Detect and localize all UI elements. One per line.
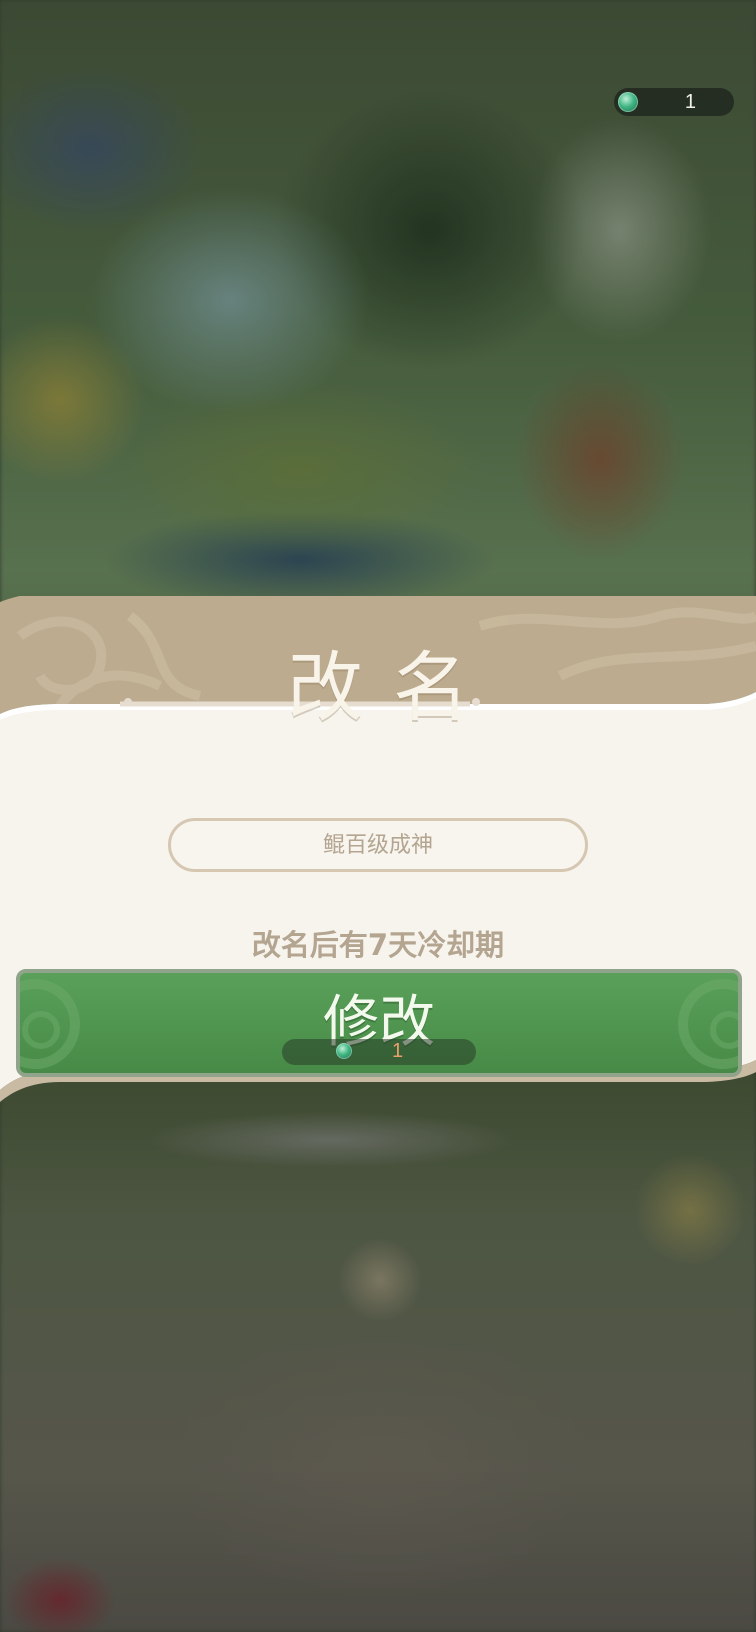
cost-amount: 1: [392, 1040, 404, 1062]
rename-cost: 1: [282, 1039, 476, 1065]
cooldown-notice: 改名后有7天冷却期: [251, 928, 505, 962]
game-screen: 1 改名 鲲百级成神 改名后有7天冷却期 修改 1: [0, 0, 756, 1632]
confirm-rename-button[interactable]: 修改 1: [16, 969, 742, 1077]
jade-gem-icon: [336, 1043, 352, 1059]
currency-counter: 1: [614, 88, 734, 116]
jade-gem-icon: [618, 92, 638, 112]
nickname-input[interactable]: [168, 818, 588, 872]
currency-amount: 1: [684, 91, 696, 113]
dialog-title: 改名: [287, 643, 499, 732]
